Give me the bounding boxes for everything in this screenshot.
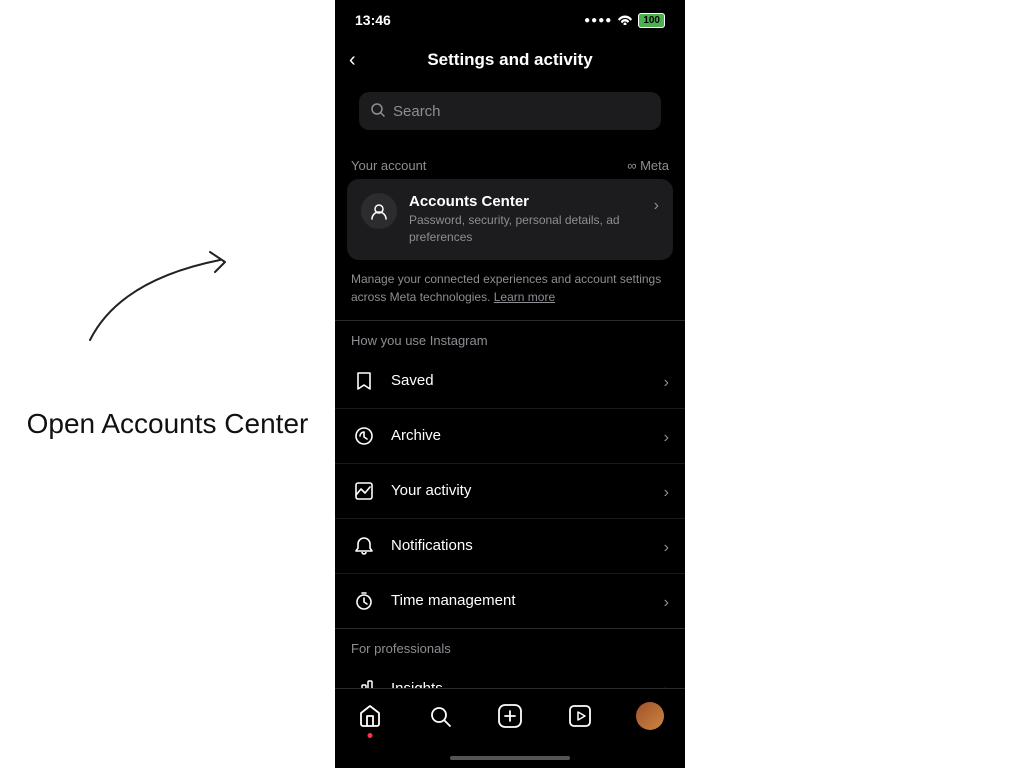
bottom-nav [335,688,685,748]
insights-item[interactable]: Insights › [335,662,685,688]
how-you-use-label: How you use Instagram [351,333,488,348]
archive-label: Archive [391,427,441,444]
reels-icon [568,704,592,728]
accounts-center-left: Accounts Center Password, security, pers… [361,193,654,246]
archive-item[interactable]: Archive › [335,409,685,464]
accounts-center-icon [361,193,397,229]
annotation-area: Open Accounts Center [0,0,335,768]
wifi-icon [617,13,633,28]
your-activity-item[interactable]: Your activity › [335,464,685,519]
accounts-center-description: Manage your connected experiences and ac… [335,260,685,321]
home-indicator [335,748,685,768]
status-icons: ●●●● 100 [584,13,665,28]
for-professionals-section-header: For professionals [335,629,685,662]
time-management-item[interactable]: Time management › [335,574,685,629]
home-icon [358,704,382,728]
how-you-use-section-header: How you use Instagram [335,321,685,354]
search-icon [371,103,385,120]
notifications-chevron: › [664,539,669,557]
annotation-text: Open Accounts Center [27,406,309,442]
nav-search-icon [428,704,452,728]
status-time: 13:46 [355,12,391,28]
header: ‹ Settings and activity [335,36,685,84]
nav-reels[interactable] [560,696,600,736]
your-account-section-header: Your account ∞ Meta [335,146,685,179]
learn-more-link[interactable]: Learn more [494,290,555,304]
phone-container: 13:46 ●●●● 100 ‹ Settings and activity S… [335,0,685,768]
time-management-label: Time management [391,592,516,609]
accounts-center-subtitle: Password, security, personal details, ad… [409,212,654,246]
notifications-icon [351,533,377,559]
nav-home[interactable] [350,696,390,736]
insights-label: Insights [391,680,443,688]
saved-chevron: › [664,374,669,392]
signal-icon: ●●●● [584,15,612,26]
archive-chevron: › [664,429,669,447]
time-management-icon [351,588,377,614]
accounts-center-chevron: › [654,197,659,215]
nav-profile[interactable] [630,696,670,736]
your-account-label: Your account [351,158,426,173]
content-scroll[interactable]: Your account ∞ Meta Accounts Center Pass… [335,138,685,688]
saved-item[interactable]: Saved › [335,354,685,409]
for-professionals-label: For professionals [351,641,451,656]
right-blank [685,0,1024,768]
saved-icon [351,368,377,394]
meta-logo: ∞ Meta [627,158,669,173]
time-management-chevron: › [664,594,669,612]
search-bar[interactable]: Search [359,92,661,130]
notifications-label: Notifications [391,537,473,554]
back-button[interactable]: ‹ [349,49,356,72]
your-activity-chevron: › [664,484,669,502]
page-title: Settings and activity [427,50,592,70]
search-placeholder: Search [393,103,441,120]
arrow-icon [60,200,280,360]
accounts-center-info: Accounts Center Password, security, pers… [409,193,654,246]
profile-avatar [636,702,664,730]
insights-icon [351,676,377,688]
status-bar: 13:46 ●●●● 100 [335,0,685,36]
home-bar [450,756,570,760]
your-activity-icon [351,478,377,504]
nav-add[interactable] [490,696,530,736]
saved-label: Saved [391,372,434,389]
nav-search[interactable] [420,696,460,736]
notifications-item[interactable]: Notifications › [335,519,685,574]
accounts-center-item[interactable]: Accounts Center Password, security, pers… [347,179,673,260]
home-dot [368,733,373,738]
add-icon [497,703,523,729]
accounts-center-title: Accounts Center [409,193,654,210]
battery-icon: 100 [638,13,665,28]
archive-icon [351,423,377,449]
your-activity-label: Your activity [391,482,471,499]
